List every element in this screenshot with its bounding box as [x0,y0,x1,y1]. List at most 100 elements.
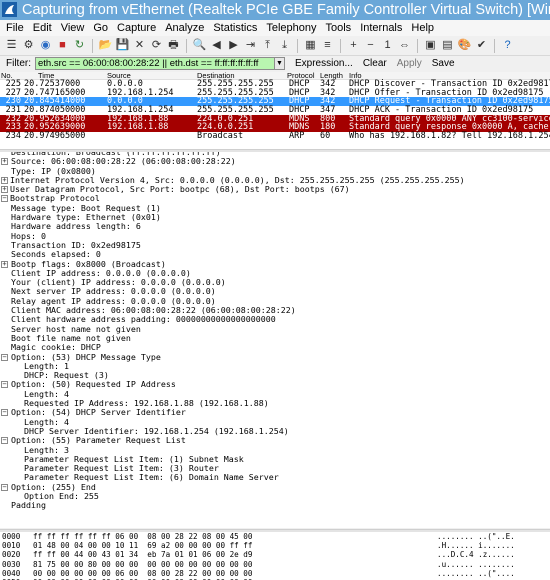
detail-tree-item[interactable]: Hardware address length: 6 [0,222,550,232]
menu-go[interactable]: Go [93,20,108,36]
detail-text: Padding [11,500,46,511]
menu-analyze[interactable]: Analyze [165,20,204,36]
packet-cell-proto: ARP [289,131,305,142]
hex-dump-ascii: .u...... ........ [437,559,515,569]
packet-details-pane[interactable]: Destination: Broadcast (ff:ff:ff:ff:ff:f… [0,152,550,528]
packet-row[interactable]: 234 20.974965000 Broadcast ARP 60 Who has 192… [0,132,550,141]
detail-tree-item[interactable]: Option End: 255 [0,491,550,501]
expand-icon[interactable]: + [1,260,8,268]
hex-dump-row[interactable]: 0040 00 00 00 00 00 00 06 00 08 00 28 22 … [0,569,550,578]
hex-dump-row[interactable]: 0020 ff ff 00 44 00 43 01 34 eb 7a 01 01 … [0,550,550,559]
toolbar-separator [417,38,418,53]
hex-dump-hex: 81 75 00 00 80 00 00 00 00 00 00 00 00 0… [33,559,253,569]
packet-cell-no: 234 [5,131,21,142]
toolbar-separator [340,38,341,53]
hex-dump-ascii: ........ ..("..E. [437,532,515,541]
hex-dump-off: 0040 [2,568,21,578]
packet-cell-info: Who has 192.168.1.82? Tell 192.168.1.254 [349,131,550,142]
display-filter-input[interactable]: eth.src == 06:00:08:00:28:22 || eth.dst … [35,56,275,70]
detail-tree-item[interactable]: − Option: (53) DHCP Message Type [0,352,550,362]
menu-tools[interactable]: Tools [326,20,352,36]
expand-icon[interactable]: + [1,158,8,166]
go-to-packet-icon[interactable]: ⇥ [243,38,258,53]
menu-edit[interactable]: Edit [33,20,52,36]
collapse-icon[interactable]: − [1,195,8,203]
menu-telephony[interactable]: Telephony [266,20,316,36]
hex-dump-row[interactable]: 0010 01 48 00 04 00 00 10 11 69 a2 00 00 … [0,541,550,550]
packet-bytes-pane[interactable]: 0000 ff ff ff ff ff ff 06 00 08 00 28 22 … [0,532,550,580]
collapse-icon[interactable]: − [1,381,8,389]
save-file-icon[interactable]: 💾 [115,38,130,53]
main-toolbar: ☰ ⚙ ◉ ■ ↻ 📂 💾 ✕ ⟳ 🖶 🔍 ◀ ▶ ⇥ ⤒ ⤓ ▦ ≡ + −1 ⇔ ▣ ▤ 🎨 ✔? [0,36,550,56]
window-title: Capturing from vEthernet (Realtek PCIe G… [22,2,550,18]
go-first-icon[interactable]: ⤒ [260,38,275,53]
save-button[interactable]: Save [432,58,455,69]
filter-bar: Filter: eth.src == 06:00:08:00:28:22 || … [0,56,550,70]
stop-capture-icon[interactable]: ■ [55,38,70,53]
capture-options-icon[interactable]: ⚙ [21,38,36,53]
detail-tree-item[interactable]: − Option: (50) Requested IP Address [0,380,550,389]
close-file-icon[interactable]: ✕ [132,38,147,53]
hex-dump-hex: 00 00 00 00 00 00 06 00 08 00 28 22 00 0… [33,568,253,578]
toolbar-separator [186,38,187,53]
detail-tree-item[interactable]: Padding [0,500,550,511]
packet-cell-len: 60 [320,131,331,142]
filter-label: Filter: [6,57,31,69]
hex-dump-ascii: .H...... i....... [437,541,515,551]
packet-cell-src: 192.168.1.88 [107,122,169,133]
collapse-icon[interactable]: − [1,483,8,491]
reload-icon[interactable]: ⟳ [149,38,164,53]
hex-dump-off: 0010 [2,541,21,551]
go-last-icon[interactable]: ⤓ [277,38,292,53]
colorize-icon[interactable]: ▦ [303,38,318,53]
detail-tree-item[interactable]: − Option: (54) DHCP Server Identifier [0,408,550,417]
zoom-in-icon[interactable]: + [346,38,361,53]
hex-dump-ascii: ...D.C.4 .z...... [437,550,515,560]
hex-dump-ascii: ........ ..(".... [437,568,515,578]
preferences-icon[interactable]: ✔ [474,38,489,53]
go-back-icon[interactable]: ◀ [209,38,224,53]
find-packet-icon[interactable]: 🔍 [192,38,207,53]
open-file-icon[interactable]: 📂 [98,38,113,53]
menu-capture[interactable]: Capture [117,20,156,36]
packet-list-pane[interactable]: No. Time Source Destination Protocol Len… [0,72,550,150]
coloring-rules-icon[interactable]: 🎨 [457,38,472,53]
hex-dump-off: 0020 [2,550,21,560]
print-icon[interactable]: 🖶 [166,38,181,53]
title-bar: Capturing from vEthernet (Realtek PCIe G… [0,0,550,20]
collapse-icon[interactable]: − [1,437,8,445]
expand-icon[interactable]: + [1,176,8,184]
collapse-icon[interactable]: − [1,353,8,361]
menu-statistics[interactable]: Statistics [213,20,257,36]
packet-cell-time: 20.974965000 [24,131,86,142]
restart-capture-icon[interactable]: ↻ [72,38,87,53]
expand-icon[interactable]: + [1,186,8,194]
menu-view[interactable]: View [61,20,85,36]
start-capture-icon[interactable]: ◉ [38,38,53,53]
menu-file[interactable]: File [6,20,24,36]
hex-dump-off: 0030 [2,559,21,569]
menu-internals[interactable]: Internals [360,20,402,36]
help-icon[interactable]: ? [500,38,515,53]
zoom-out-icon[interactable]: − [363,38,378,53]
expression-button[interactable]: Expression... [295,58,353,69]
hex-dump-hex: ff ff 00 44 00 43 01 34 eb 7a 01 01 06 0… [33,550,253,560]
display-filters-icon[interactable]: ▤ [440,38,455,53]
detail-tree-item[interactable]: − Option: (55) Parameter Request List [0,435,550,445]
hex-dump-off: 0000 [2,532,21,541]
filter-dropdown-icon[interactable]: ▼ [275,56,285,70]
go-forward-icon[interactable]: ▶ [226,38,241,53]
apply-button[interactable]: Apply [397,58,422,69]
wireshark-fin-icon [2,2,17,17]
zoom-normal-icon[interactable]: 1 [380,38,395,53]
toolbar-separator [297,38,298,53]
hex-dump-row[interactable]: 0000 ff ff ff ff ff ff 06 00 08 00 28 22 … [0,532,550,541]
capture-filters-icon[interactable]: ▣ [423,38,438,53]
auto-scroll-icon[interactable]: ≡ [320,38,335,53]
hex-dump-row[interactable]: 0030 81 75 00 00 80 00 00 00 00 00 00 00 … [0,560,550,569]
menu-help[interactable]: Help [411,20,434,36]
collapse-icon[interactable]: − [1,409,8,417]
resize-columns-icon[interactable]: ⇔ [397,38,412,53]
interface-list-icon[interactable]: ☰ [4,38,19,53]
clear-button[interactable]: Clear [363,58,387,69]
